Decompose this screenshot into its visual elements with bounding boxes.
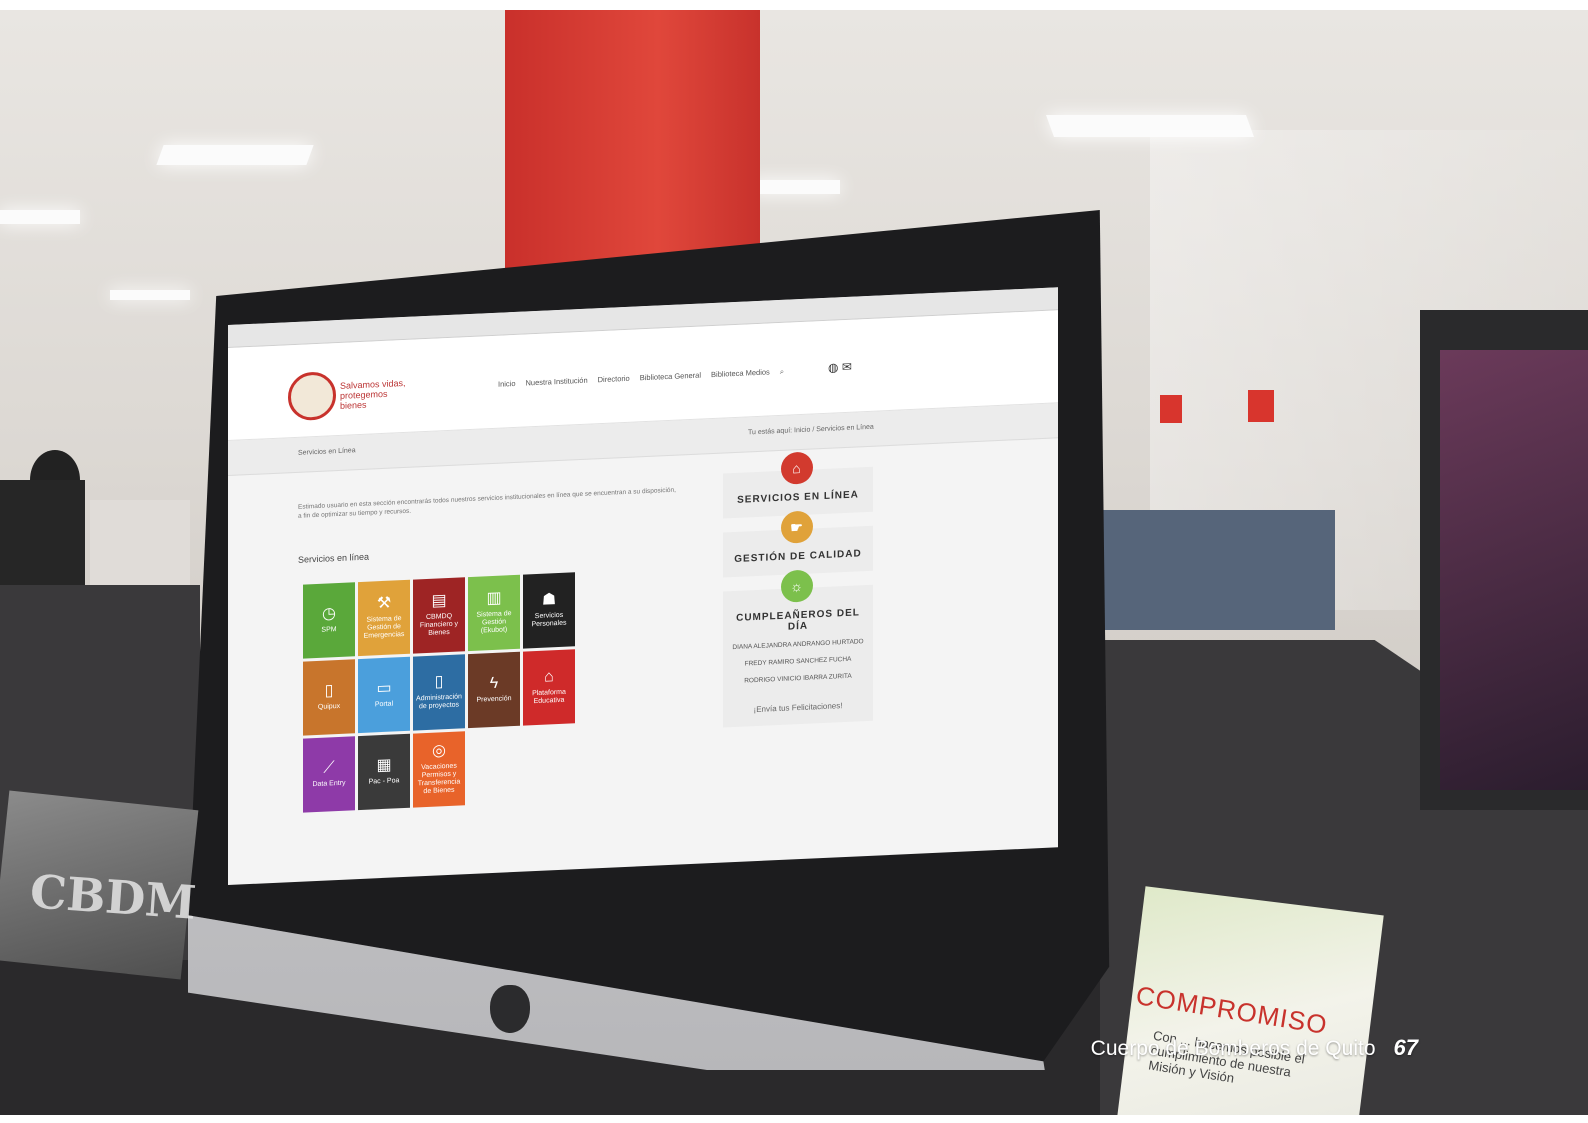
hand-icon: ☛: [781, 510, 813, 544]
service-label: Quipux: [317, 702, 341, 711]
header-icons: ◍ ✉: [828, 360, 852, 375]
globe-icon[interactable]: ◍: [828, 360, 838, 374]
service-icon: ▯: [324, 682, 334, 700]
apple-logo: [490, 985, 530, 1033]
intro-text: Estimado usuario en esta sección encontr…: [298, 486, 676, 520]
red-sign: [1160, 395, 1182, 423]
service-tile[interactable]: ⌂ Plataforma Educativa: [523, 649, 575, 726]
service-icon: ☗: [541, 591, 557, 609]
page-title: Servicios en Línea: [298, 447, 356, 457]
tile-spacer: [578, 647, 630, 723]
service-tile[interactable]: ◷ SPM: [303, 582, 355, 659]
service-label: Prevención: [476, 695, 512, 704]
ceiling-light: [0, 210, 80, 224]
calendar-logo: CBDM: [28, 864, 198, 930]
service-icon: ▤: [431, 592, 447, 610]
sidebar-title: SERVICIOS EN LÍNEA: [737, 489, 859, 506]
birthday-name: DIANA ALEJANDRA ANDRANGO HURTADO: [732, 638, 864, 652]
nav-biblioteca-medios[interactable]: Biblioteca Medios: [711, 367, 770, 380]
service-icon: ⚒: [376, 594, 392, 613]
service-icon: ▦: [376, 756, 392, 775]
sidebar: ⌂ SERVICIOS EN LÍNEA ☛ GESTIÓN DE CALIDA…: [723, 451, 873, 742]
service-icon: ▥: [486, 589, 502, 608]
service-tile[interactable]: ▭ Portal: [358, 656, 410, 734]
site-tagline: Salvamos vidas, protegemos bienes: [340, 377, 406, 411]
service-label: Portal: [374, 700, 394, 709]
sidebar-box: ☼ CUMPLEAÑEROS DEL DÍA DIANA ALEJANDRA A…: [723, 569, 873, 728]
background-monitor: [0, 480, 85, 590]
mail-icon[interactable]: ✉: [842, 360, 852, 374]
service-tiles: ◷ SPM ⚒ Sistema de Gestión de Emergencias ▤ C…: [303, 570, 623, 813]
service-tile[interactable]: ▤ CBMDQ Financiero y Bienes: [413, 577, 465, 654]
background-desk: [90, 500, 190, 590]
ceiling-light: [110, 290, 190, 300]
service-label: Pac - Poa: [368, 777, 400, 786]
service-label: Administración de proyectos: [416, 693, 462, 711]
service-label: Sistema de Gestión (Ekubot): [476, 610, 512, 635]
service-label: SPM: [321, 626, 337, 634]
sidebar-title: GESTIÓN DE CALIDAD: [734, 548, 862, 566]
service-tile[interactable]: ϟ Prevención: [468, 651, 520, 729]
search-icon[interactable]: ⌕: [780, 367, 784, 377]
publisher-name: Cuerpo de Bomberos de Quito: [1090, 1037, 1376, 1060]
service-label: CBMDQ Financiero y Bienes: [419, 612, 459, 637]
service-icon: ◷: [322, 605, 336, 623]
service-label: Servicios Personales: [531, 611, 567, 629]
sun-icon: ☼: [781, 569, 813, 603]
service-tile[interactable]: ☗ Servicios Personales: [523, 572, 575, 649]
service-icon: ▯: [434, 673, 444, 691]
service-tile[interactable]: ▥ Sistema de Gestión (Ekubot): [468, 574, 520, 652]
main-nav: Inicio Nuestra Institución Directorio Bi…: [498, 367, 784, 390]
red-sign: [1248, 390, 1274, 422]
nav-directorio[interactable]: Directorio: [598, 374, 630, 385]
nav-inicio[interactable]: Inicio: [498, 379, 516, 390]
imac-monitor: Salvamos vidas, protegemos bienes Inicio…: [188, 210, 1128, 1070]
page-caption: Cuerpo de Bomberos de Quito 67: [1091, 1035, 1418, 1061]
birthday-name: FREDY RAMIRO SANCHEZ FUCHA: [744, 655, 852, 668]
breadcrumb: Tu estás aquí: Inicio / Servicios en Lín…: [748, 423, 874, 437]
office-photo: Salvamos vidas, protegemos bienes Inicio…: [0, 10, 1588, 1115]
bomberos-logo[interactable]: [288, 371, 336, 422]
service-label: Sistema de Gestión de Emergencias: [363, 615, 405, 640]
service-tile[interactable]: ▯ Quipux: [303, 659, 355, 736]
back-desk: [1095, 510, 1335, 630]
service-icon: ◎: [432, 742, 446, 760]
service-icon: ϟ: [489, 674, 499, 693]
service-icon: ⌂: [544, 668, 554, 686]
service-tile[interactable]: ▯ Administración de proyectos: [413, 654, 465, 731]
service-tile[interactable]: ⚒ Sistema de Gestión de Emergencias: [358, 579, 410, 657]
ceiling-light: [750, 180, 840, 194]
service-tile[interactable]: ▦ Pac - Poa: [358, 733, 410, 811]
page-number: 67: [1393, 1035, 1418, 1060]
home-icon: ⌂: [781, 451, 813, 485]
services-heading: Servicios en línea: [298, 551, 370, 565]
service-icon: ⟋: [323, 759, 335, 777]
service-icon: ▭: [376, 679, 392, 698]
tile-spacer: [578, 570, 630, 646]
nav-institucion[interactable]: Nuestra Institución: [526, 376, 588, 389]
service-label: Vacaciones Permisos y Transferencia de B…: [417, 762, 461, 796]
page-content: Estimado usuario en esta sección encontr…: [228, 438, 1058, 876]
ceiling-light: [156, 145, 314, 165]
service-label: Plataforma Educativa: [532, 688, 566, 706]
service-tile[interactable]: ⟋ Data Entry: [303, 736, 355, 813]
website-screen: Salvamos vidas, protegemos bienes Inicio…: [228, 287, 1058, 885]
second-monitor-screen: [1440, 350, 1588, 790]
sidebar-title: CUMPLEAÑEROS DEL DÍA: [736, 607, 860, 633]
nav-biblioteca-general[interactable]: Biblioteca General: [640, 371, 701, 384]
service-label: Data Entry: [312, 779, 346, 789]
service-tile[interactable]: ◎ Vacaciones Permisos y Transferencia de …: [413, 731, 465, 808]
